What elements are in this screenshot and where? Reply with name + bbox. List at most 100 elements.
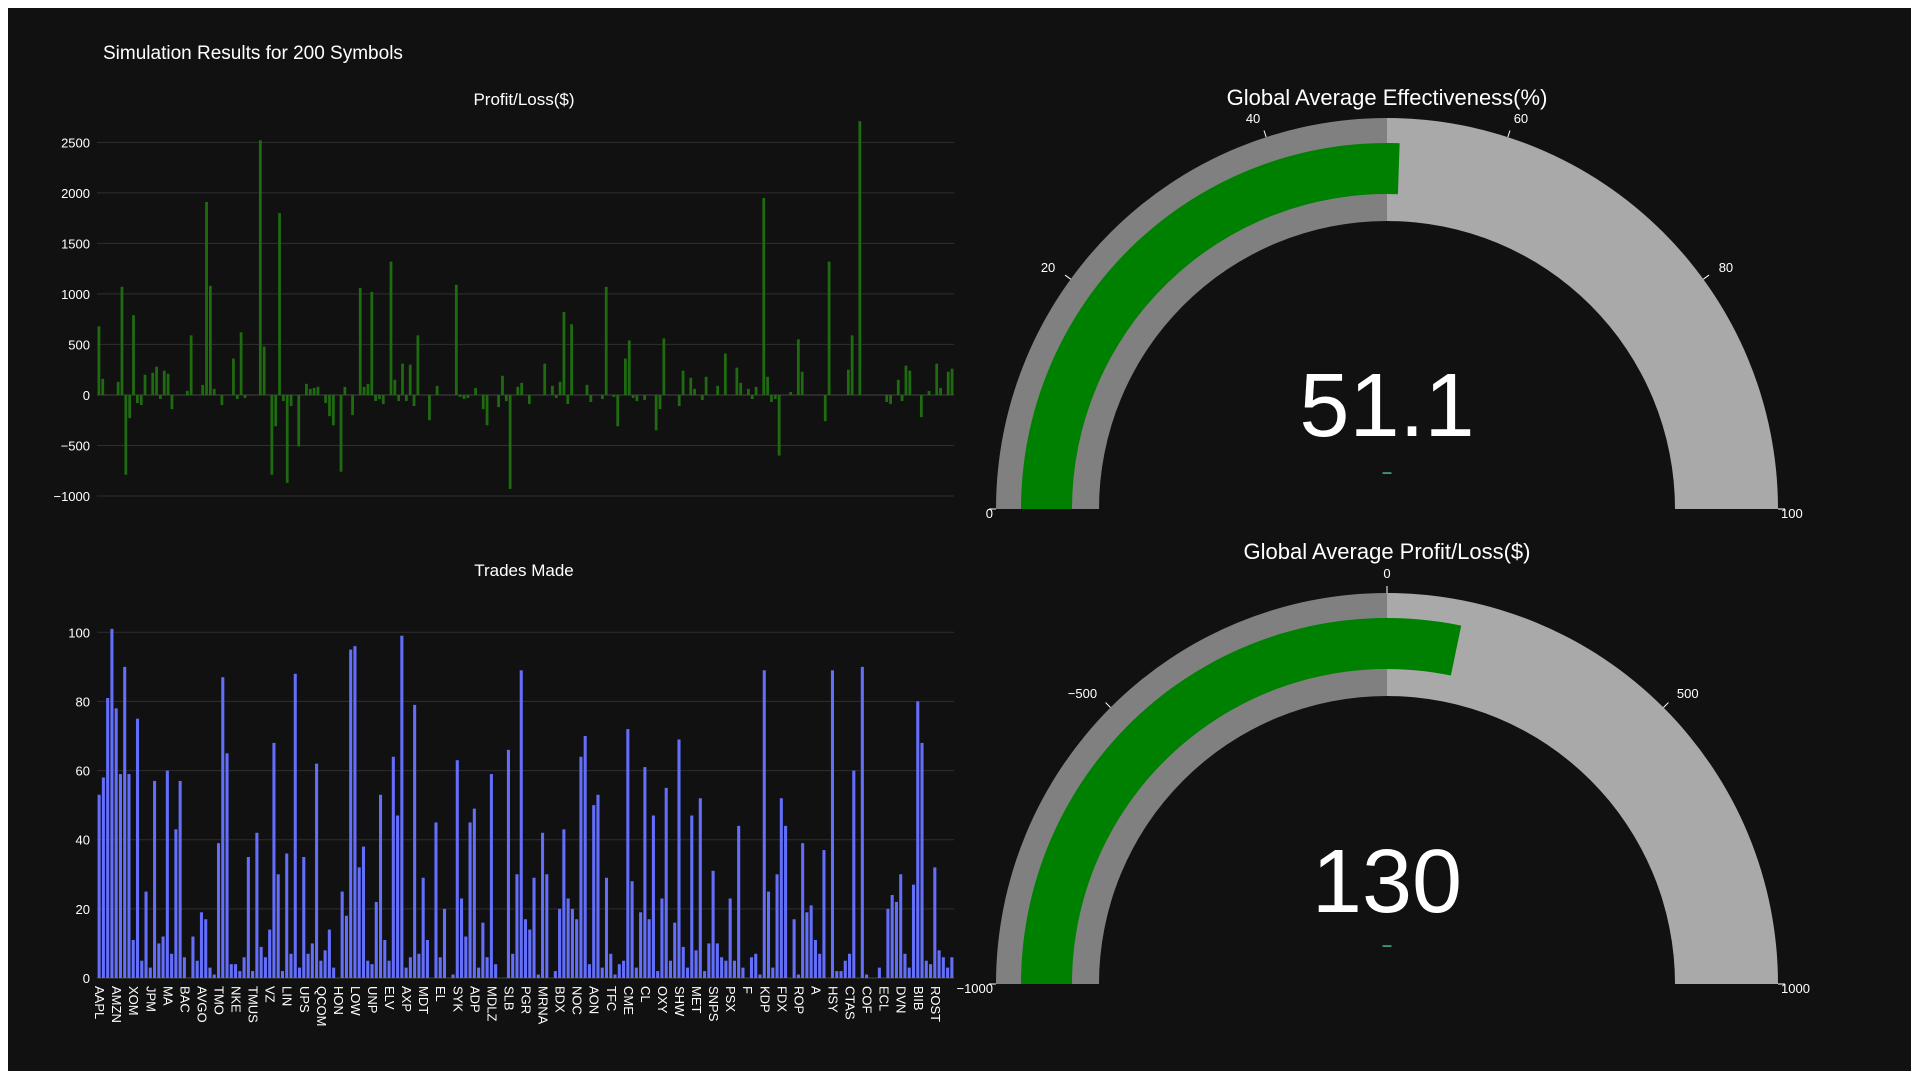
trades-chart-bar[interactable]	[349, 649, 353, 978]
trades-chart-bar[interactable]	[140, 960, 144, 978]
trades-chart-bar[interactable]	[852, 770, 856, 978]
trades-chart-bar[interactable]	[732, 960, 736, 978]
trades-chart-bar[interactable]	[148, 967, 152, 978]
profit-chart-bar[interactable]	[308, 388, 312, 395]
trades-chart-bar[interactable]	[199, 912, 203, 978]
trades-chart-bar[interactable]	[216, 843, 221, 978]
trades-chart-bar[interactable]	[592, 805, 596, 978]
profit-chart-bar[interactable]	[155, 366, 158, 395]
trades-chart-bar[interactable]	[664, 787, 668, 978]
trades-chart-bar[interactable]	[259, 946, 263, 978]
profit-chart-bar[interactable]	[562, 312, 566, 395]
profit-chart-bar[interactable]	[904, 365, 908, 395]
profit-chart-bar[interactable]	[212, 388, 216, 395]
profit-chart-bar[interactable]	[800, 371, 804, 395]
trades-chart-bar[interactable]	[758, 974, 762, 978]
trades-chart-bar[interactable]	[694, 950, 698, 978]
trades-chart-bar[interactable]	[809, 905, 813, 978]
trades-chart-bar[interactable]	[566, 898, 570, 978]
trades-chart-bar[interactable]	[617, 964, 621, 978]
trades-chart-bar[interactable]	[553, 971, 557, 978]
trades-chart-bar[interactable]	[319, 960, 323, 978]
trades-chart-bar[interactable]	[587, 964, 591, 978]
trades-chart-bar[interactable]	[651, 815, 655, 978]
trades-chart-bar[interactable]	[545, 874, 549, 978]
trades-chart-bar[interactable]	[749, 957, 754, 978]
profit-chart-bar[interactable]	[700, 394, 704, 400]
profit-chart-bar[interactable]	[208, 285, 212, 395]
profit-chart-bar[interactable]	[635, 394, 639, 402]
trades-chart-bar[interactable]	[950, 957, 954, 978]
trades-chart-bar[interactable]	[698, 798, 702, 978]
trades-chart-bar[interactable]	[212, 974, 216, 978]
profit-chart-bar[interactable]	[750, 394, 754, 399]
profit-chart-bar[interactable]	[170, 394, 174, 410]
trades-chart-bar[interactable]	[860, 666, 864, 978]
trades-chart-bar[interactable]	[489, 774, 493, 978]
trades-chart-bar[interactable]	[293, 673, 297, 978]
trades-chart-bar[interactable]	[724, 960, 728, 978]
trades-chart-bar[interactable]	[101, 777, 105, 978]
trades-chart-bar[interactable]	[276, 874, 280, 978]
profit-chart-bar[interactable]	[370, 291, 374, 395]
profit-chart-bar[interactable]	[827, 261, 831, 395]
trades-chart-bar[interactable]	[596, 794, 600, 978]
trades-chart-bar[interactable]	[123, 666, 127, 978]
profit-chart-bar[interactable]	[554, 394, 558, 398]
profit-chart-bar[interactable]	[566, 394, 570, 405]
trades-chart-bar[interactable]	[191, 936, 195, 978]
trades-chart-bar[interactable]	[830, 670, 835, 978]
trades-chart-bar[interactable]	[673, 922, 677, 978]
profit-chart-bar[interactable]	[723, 353, 727, 395]
trades-chart-bar[interactable]	[297, 967, 302, 978]
trades-chart-bar[interactable]	[114, 708, 118, 978]
trades-chart-bar[interactable]	[481, 922, 485, 978]
profit-chart-bar[interactable]	[485, 394, 489, 426]
profit-chart-bar[interactable]	[351, 394, 354, 416]
trades-chart-bar[interactable]	[643, 767, 647, 978]
trades-chart-bar[interactable]	[583, 736, 587, 978]
trades-chart-bar[interactable]	[600, 967, 604, 978]
trades-chart-bar[interactable]	[622, 960, 626, 978]
profit-chart-bar[interactable]	[324, 394, 328, 404]
profit-chart-bar[interactable]	[889, 394, 892, 405]
trades-chart-bar[interactable]	[946, 967, 950, 978]
profit-chart-bar[interactable]	[416, 335, 420, 395]
trades-chart-bars[interactable]	[97, 628, 954, 979]
profit-chart-bar[interactable]	[278, 213, 281, 395]
trades-chart-bar[interactable]	[327, 929, 331, 978]
trades-chart-bar[interactable]	[170, 953, 174, 978]
trades-chart-bar[interactable]	[835, 971, 839, 978]
trades-chart-bar[interactable]	[924, 960, 928, 978]
trades-chart-bar[interactable]	[310, 943, 314, 978]
profit-chart-bar[interactable]	[185, 390, 189, 395]
trades-chart-bar[interactable]	[929, 964, 933, 978]
trades-chart-bar[interactable]	[255, 832, 259, 978]
trades-chart-bar[interactable]	[285, 853, 289, 978]
trades-chart-bar[interactable]	[609, 953, 613, 978]
profit-chart-bar[interactable]	[435, 385, 439, 395]
trades-chart-bar[interactable]	[766, 891, 771, 978]
trades-chart-bar[interactable]	[234, 964, 238, 978]
trades-chart-bar[interactable]	[933, 867, 937, 978]
trades-chart-bar[interactable]	[558, 908, 562, 978]
profit-chart-bars[interactable]	[97, 121, 954, 489]
trades-chart-bar[interactable]	[357, 867, 361, 978]
trades-chart-bar[interactable]	[634, 967, 638, 978]
profit-chart-bar[interactable]	[135, 394, 139, 404]
trades-chart-bar[interactable]	[941, 957, 945, 978]
profit-chart-bar[interactable]	[704, 376, 708, 395]
trades-chart-bar[interactable]	[690, 815, 694, 978]
profit-chart-bar[interactable]	[527, 394, 531, 405]
trades-chart-bar[interactable]	[877, 967, 881, 978]
trades-chart-bar[interactable]	[438, 957, 442, 978]
trades-chart-bar[interactable]	[131, 939, 135, 978]
trades-chart-bar[interactable]	[246, 857, 250, 978]
profit-chart-bar[interactable]	[312, 387, 316, 395]
trades-chart-bar[interactable]	[536, 974, 540, 978]
trades-chart-bar[interactable]	[400, 635, 404, 978]
profit-chart-bar[interactable]	[124, 394, 128, 475]
profit-chart-bar[interactable]	[243, 394, 247, 398]
trades-chart-bar[interactable]	[165, 770, 169, 978]
trades-chart-bar[interactable]	[886, 908, 890, 978]
